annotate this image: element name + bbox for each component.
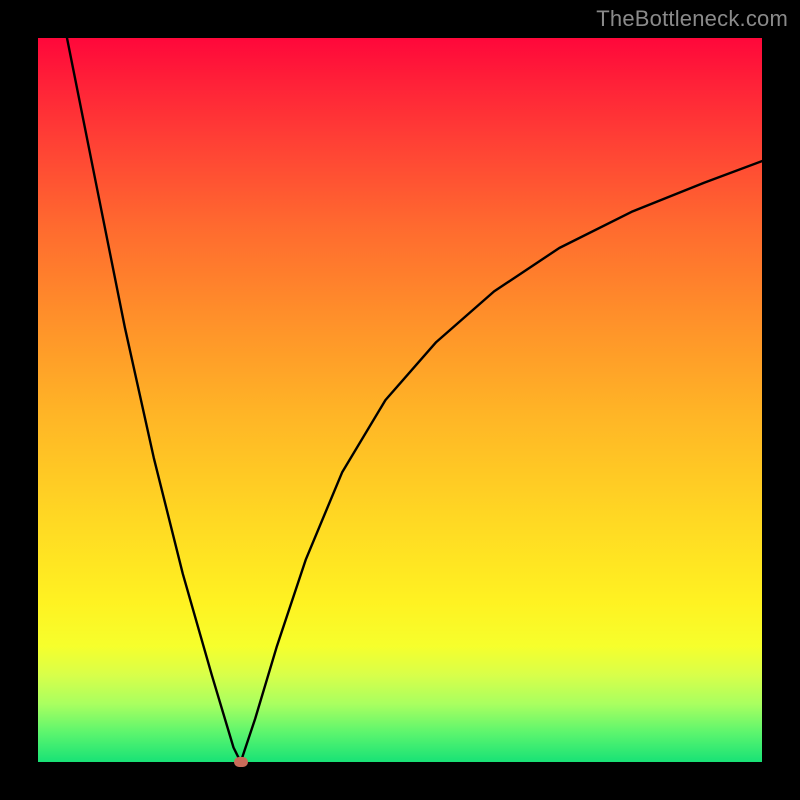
plot-area <box>38 38 762 762</box>
min-marker <box>234 757 248 767</box>
bottleneck-curve <box>38 38 762 762</box>
curve-polyline <box>67 38 762 762</box>
watermark-text: TheBottleneck.com <box>596 6 788 32</box>
gradient-lower-band <box>38 652 762 762</box>
chart-frame: TheBottleneck.com <box>0 0 800 800</box>
